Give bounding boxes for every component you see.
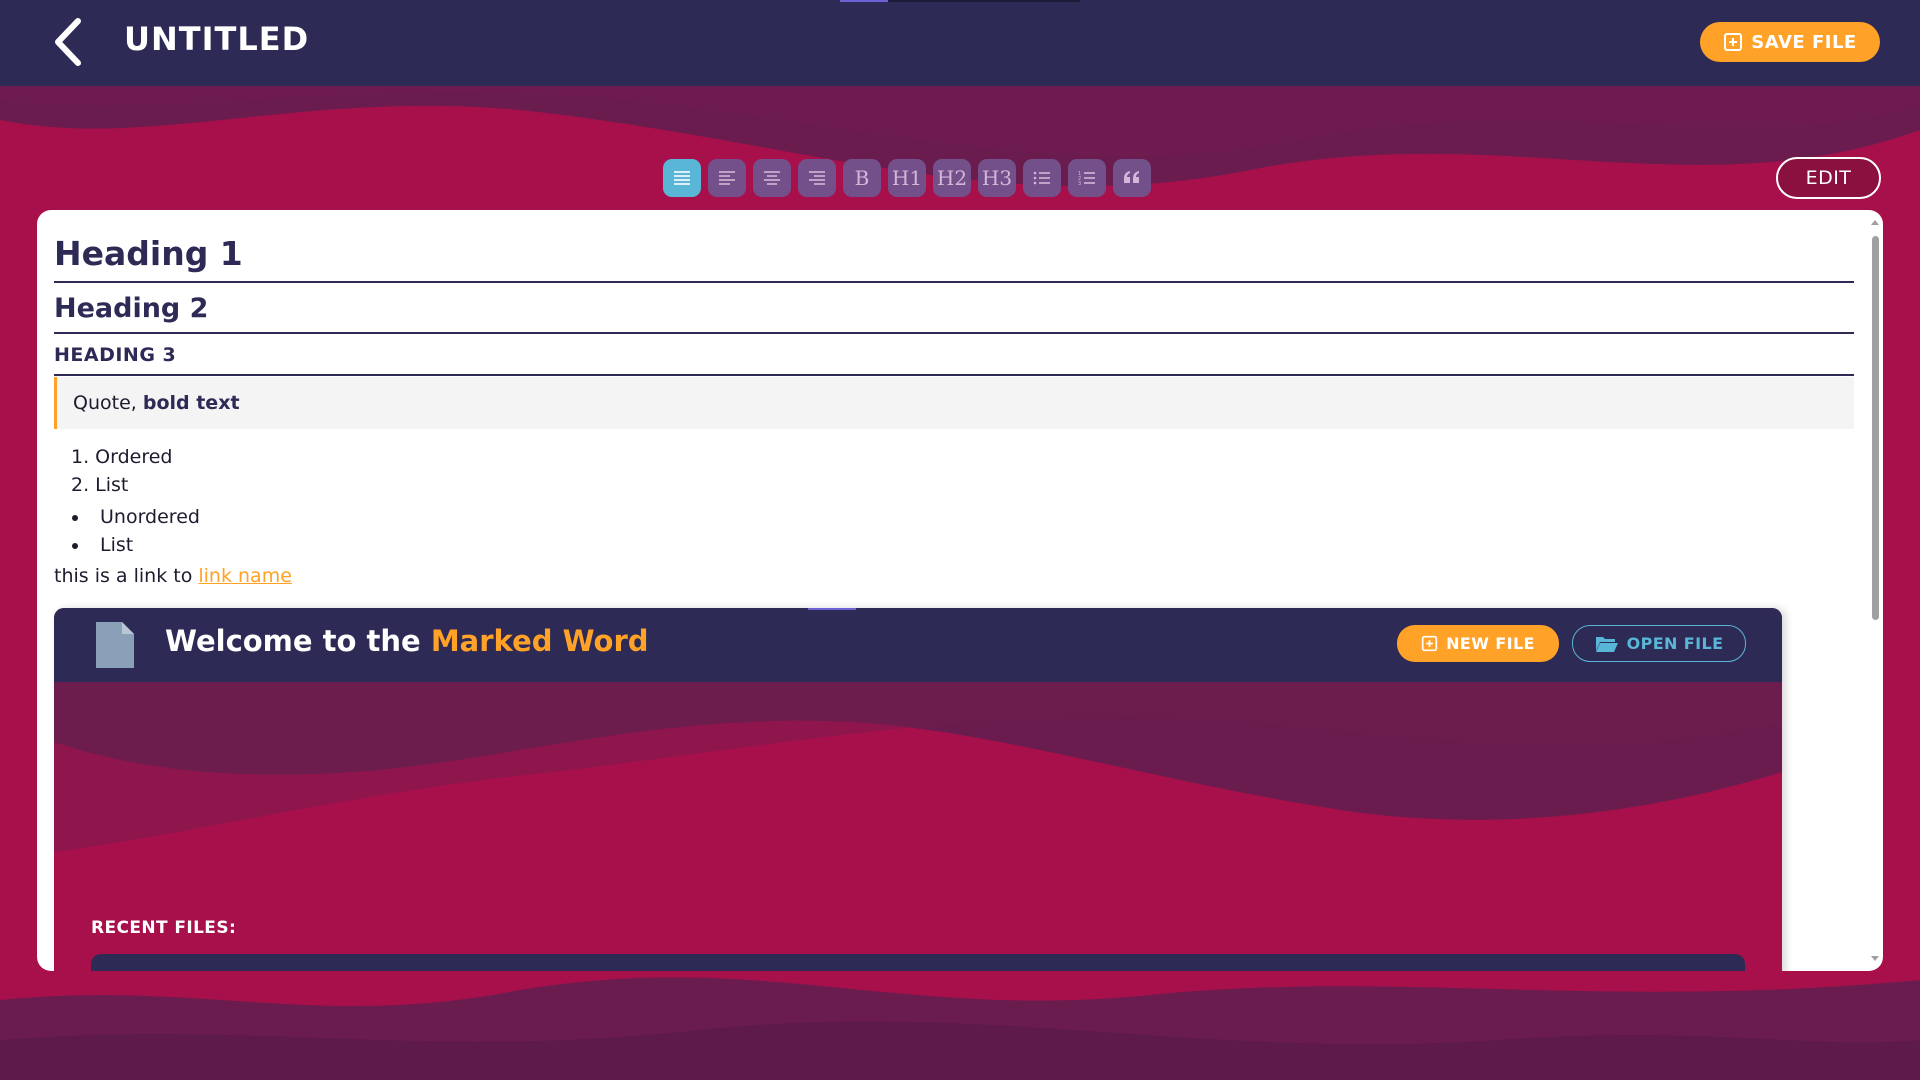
embedded-accent-line bbox=[808, 608, 856, 610]
heading-1: Heading 1 bbox=[54, 210, 1854, 283]
toolbar-align-center-button[interactable] bbox=[753, 159, 791, 197]
align-justify-icon bbox=[674, 171, 690, 185]
recent-file-row bbox=[91, 954, 1745, 971]
panel-scrollbar[interactable] bbox=[1867, 210, 1883, 971]
heading-3: HEADING 3 bbox=[54, 334, 1854, 376]
toolbar-justify-button[interactable] bbox=[663, 159, 701, 197]
unordered-list-item: List bbox=[54, 531, 1854, 559]
link-paragraph: this is a link to link name bbox=[54, 561, 1854, 591]
embedded-top-bar: Welcome to the Marked Word NEW FILE OPEN… bbox=[54, 608, 1782, 682]
plus-square-icon bbox=[1421, 635, 1438, 652]
toolbar-quote-button[interactable] bbox=[1113, 159, 1151, 197]
h2-label: H2 bbox=[936, 166, 968, 190]
h1-label: H1 bbox=[891, 166, 923, 190]
ordered-list-icon: 123 bbox=[1078, 171, 1095, 186]
heading-2: Heading 2 bbox=[54, 283, 1854, 334]
h3-label: H3 bbox=[981, 166, 1013, 190]
link-name[interactable]: link name bbox=[198, 565, 292, 587]
toolbar-unordered-list-button[interactable] bbox=[1023, 159, 1061, 197]
link-prefix-text: this is a link to bbox=[54, 565, 199, 587]
welcome-title-accent: Marked Word bbox=[430, 624, 649, 658]
quote-text: Quote, bbox=[73, 392, 143, 414]
ordered-list: 1. Ordered 2. List bbox=[54, 443, 1854, 499]
top-bar: UNTITLED SAVE FILE bbox=[0, 0, 1920, 86]
align-center-icon bbox=[764, 171, 780, 185]
save-file-button[interactable]: SAVE FILE bbox=[1700, 22, 1880, 62]
scroll-thumb[interactable] bbox=[1872, 236, 1879, 620]
welcome-title: Welcome to the Marked Word bbox=[165, 624, 649, 658]
align-left-icon bbox=[719, 171, 735, 185]
edit-button[interactable]: EDIT bbox=[1776, 157, 1881, 199]
save-file-label: SAVE FILE bbox=[1751, 31, 1857, 53]
toolbar-ordered-list-button[interactable]: 123 bbox=[1068, 159, 1106, 197]
list-icon bbox=[1033, 171, 1050, 185]
back-button[interactable] bbox=[44, 14, 90, 70]
toolbar-align-right-button[interactable] bbox=[798, 159, 836, 197]
toolbar-h3-button[interactable]: H3 bbox=[978, 159, 1016, 197]
top-accent-line-dark bbox=[888, 0, 1080, 2]
open-file-button: OPEN FILE bbox=[1572, 625, 1746, 662]
unordered-list-item: Unordered bbox=[54, 503, 1854, 531]
rendered-markdown: Heading 1 Heading 2 HEADING 3 Quote, bol… bbox=[54, 210, 1854, 591]
recent-files-label: RECENT FILES: bbox=[91, 918, 237, 938]
align-right-icon bbox=[809, 171, 825, 185]
quote-icon bbox=[1124, 171, 1139, 183]
scroll-up-arrow-icon[interactable] bbox=[1871, 220, 1879, 225]
toolbar-h2-button[interactable]: H2 bbox=[933, 159, 971, 197]
new-file-button: NEW FILE bbox=[1397, 625, 1559, 662]
quote-bold-text: bold text bbox=[142, 392, 240, 414]
blockquote: Quote, bold text bbox=[54, 377, 1854, 429]
ordered-list-item: 2. List bbox=[71, 474, 129, 496]
document-icon bbox=[96, 622, 134, 668]
open-file-label: OPEN FILE bbox=[1626, 634, 1724, 653]
chevron-left-icon bbox=[55, 18, 81, 66]
unordered-list: Unordered List bbox=[54, 503, 1854, 559]
ordered-list-item: 1. Ordered bbox=[71, 446, 173, 468]
bold-label: B bbox=[854, 166, 870, 190]
new-file-label: NEW FILE bbox=[1446, 634, 1535, 653]
document-title: UNTITLED bbox=[124, 20, 310, 58]
svg-text:3: 3 bbox=[1078, 181, 1081, 186]
toolbar-align-left-button[interactable] bbox=[708, 159, 746, 197]
document-preview-panel[interactable]: Heading 1 Heading 2 HEADING 3 Quote, bol… bbox=[37, 210, 1883, 971]
welcome-title-plain: Welcome to the bbox=[165, 624, 431, 658]
embedded-background-waves bbox=[54, 682, 1782, 971]
top-accent-line bbox=[840, 0, 888, 2]
toolbar-bold-button[interactable]: B bbox=[843, 159, 881, 197]
plus-square-icon bbox=[1724, 33, 1743, 51]
toolbar-h1-button[interactable]: H1 bbox=[888, 159, 926, 197]
formatting-toolbar: B H1 H2 H3 123 bbox=[663, 159, 1151, 197]
embedded-screenshot-image: Welcome to the Marked Word NEW FILE OPEN… bbox=[54, 608, 1782, 971]
scroll-down-arrow-icon[interactable] bbox=[1871, 956, 1879, 961]
folder-open-icon bbox=[1595, 636, 1618, 652]
